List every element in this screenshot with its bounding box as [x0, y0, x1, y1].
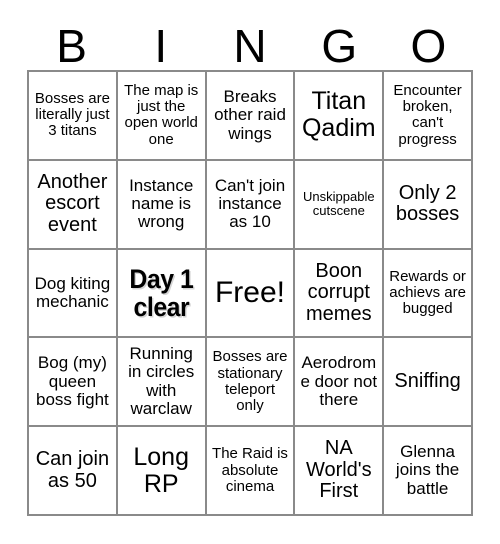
bingo-cell-r5c5[interactable]: Glenna joins the battle: [384, 427, 473, 516]
bingo-cell-r2c5[interactable]: Only 2 bosses: [384, 160, 473, 250]
bingo-cell-label: Long RP: [133, 442, 189, 498]
bingo-cell-r2c1[interactable]: Another escort event: [29, 160, 118, 250]
bingo-header-row: B I N GO: [27, 14, 473, 70]
bingo-cell-r2c2[interactable]: Instance name is wrong: [117, 160, 207, 250]
bingo-cell-label: Aerodrome door not there: [300, 353, 378, 409]
bingo-cell-r4c5[interactable]: Sniffing: [384, 338, 473, 428]
bingo-cell-r4c4[interactable]: Aerodrome door not there: [295, 338, 385, 428]
bingo-cell-label: Can join as 50: [35, 448, 110, 492]
bingo-cell-label: NA World's First: [305, 437, 372, 503]
bingo-header-letter-o: O: [410, 20, 447, 72]
bingo-cell-label: Dog kiting mechanic: [34, 273, 111, 311]
bingo-cell-label: Bosses are stationary teleport only: [212, 348, 288, 414]
bingo-cell-r2c3[interactable]: Can't join instance as 10: [206, 160, 296, 250]
bingo-cell-label: Unskippable cutscene: [303, 189, 375, 219]
bingo-cell-label: Another escort event: [37, 170, 108, 236]
bingo-header-letter-b: B: [56, 20, 87, 72]
bingo-cell-label: The map is just the open world one: [124, 82, 199, 148]
bingo-cell-r1c5[interactable]: Encounter broken, can't progress: [384, 72, 473, 161]
bingo-cell-label: Running in circles with warclaw: [128, 344, 195, 419]
bingo-cell-label: Rewards or achievs are bugged: [389, 267, 466, 318]
bingo-cell-r3c3[interactable]: Free!: [206, 249, 296, 339]
bingo-cell-r5c4[interactable]: NA World's First: [295, 427, 385, 516]
bingo-grid: Bosses are literally just 3 titans The ma…: [27, 70, 473, 516]
bingo-cell-r5c3[interactable]: The Raid is absolute cinema: [206, 427, 296, 516]
bingo-cell-label: Glenna joins the battle: [395, 442, 460, 498]
bingo-header-letter-g: G: [321, 20, 358, 72]
bingo-cell-r3c2[interactable]: Day 1 clear: [117, 249, 207, 339]
bingo-cell-r2c4[interactable]: Unskippable cutscene: [295, 160, 385, 250]
bingo-cell-label: Boon corrupt memes: [306, 259, 372, 325]
bingo-cell-r1c4[interactable]: Titan Qadim: [295, 72, 385, 161]
bingo-cell-label: The Raid is absolute cinema: [212, 445, 288, 495]
bingo-cell-label: Day 1 clear: [129, 263, 194, 322]
bingo-cell-r3c1[interactable]: Dog kiting mechanic: [29, 249, 118, 339]
bingo-cell-r1c1[interactable]: Bosses are literally just 3 titans: [29, 72, 118, 161]
bingo-cell-label: Instance name is wrong: [129, 175, 194, 232]
bingo-cell-label: Only 2 bosses: [395, 181, 460, 226]
bingo-cell-r5c1[interactable]: Can join as 50: [29, 427, 118, 516]
bingo-cell-r3c4[interactable]: Boon corrupt memes: [295, 249, 385, 339]
bingo-header-letter-n: N: [233, 20, 267, 72]
bingo-cell-r1c2[interactable]: The map is just the open world one: [117, 72, 207, 161]
bingo-cell-label: Free!: [214, 275, 285, 309]
bingo-cell-label: Sniffing: [394, 369, 461, 392]
bingo-cell-label: Titan Qadim: [301, 87, 376, 143]
bingo-cell-r5c2[interactable]: Long RP: [117, 427, 207, 516]
bingo-cell-r4c1[interactable]: Bog (my) queen boss fight: [29, 338, 118, 428]
bingo-header-letter-i: I: [154, 20, 168, 72]
bingo-cell-label: Encounter broken, can't progress: [393, 82, 462, 148]
bingo-cell-r4c3[interactable]: Bosses are stationary teleport only: [206, 338, 296, 428]
bingo-cell-label: Bosses are literally just 3 titans: [34, 90, 110, 140]
bingo-cell-label: Breaks other raid wings: [214, 86, 286, 143]
bingo-cell-r3c5[interactable]: Rewards or achievs are bugged: [384, 249, 473, 339]
bingo-cell-label: Can't join instance as 10: [214, 175, 286, 232]
bingo-card: B I N GO Bosses are literally just 3 titans…: [0, 0, 500, 544]
bingo-cell-r4c2[interactable]: Running in circles with warclaw: [117, 338, 207, 428]
bingo-cell-r1c3[interactable]: Breaks other raid wings: [206, 72, 296, 161]
bingo-cell-label: Bog (my) queen boss fight: [36, 353, 109, 409]
